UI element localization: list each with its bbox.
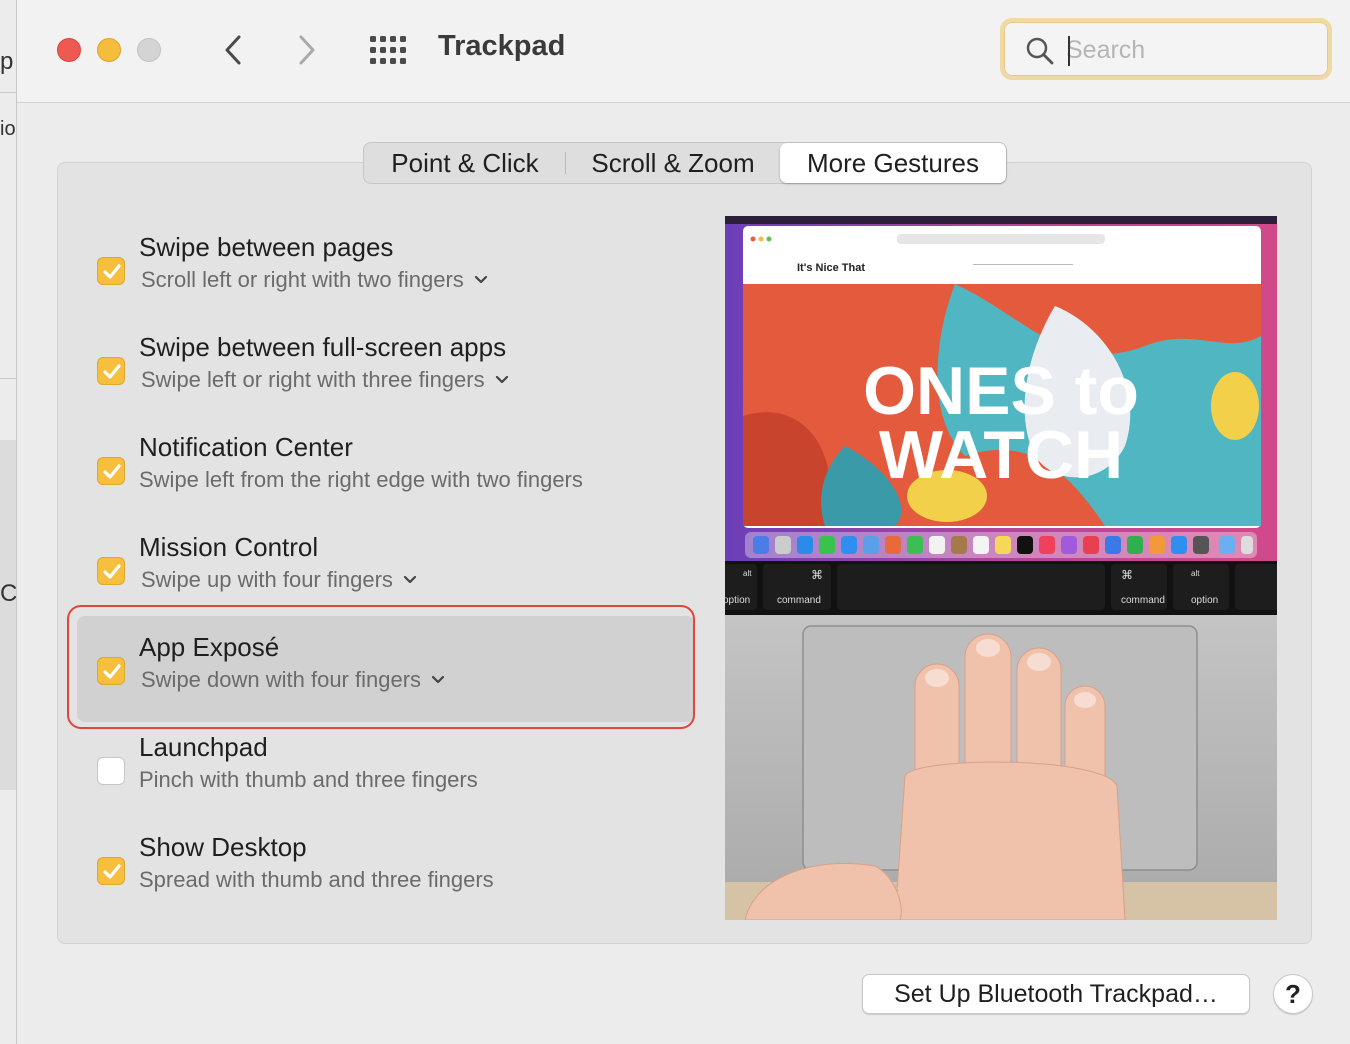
gesture-detail: Swipe left or right with three fingers (141, 367, 485, 392)
gesture-name: Swipe between full-screen apps (139, 332, 507, 362)
background-app-text: p (0, 48, 14, 75)
gesture-option-popup[interactable]: Swipe down with four fingers (141, 667, 445, 693)
gesture-detail: Spread with thumb and three fingers (139, 867, 494, 892)
gesture-name: Mission Control (139, 532, 319, 562)
gesture-row-show-desktop: Show Desktop Spread with thumb and three… (77, 832, 677, 922)
show-all-grid-icon[interactable] (369, 34, 407, 66)
window-title: Trackpad (438, 30, 566, 62)
gesture-row-swipe-between-full-screen-apps: Swipe between full-screen apps Swipe lef… (77, 332, 677, 422)
gesture-detail: Swipe up with four fingers (141, 567, 393, 592)
checkbox[interactable] (97, 257, 125, 285)
chevron-down-icon (474, 275, 487, 284)
divider (0, 92, 16, 93)
search-field[interactable] (1000, 18, 1332, 80)
key-command-symbol: ⌘ (811, 568, 823, 582)
search-input[interactable] (1066, 32, 1316, 68)
key-label-alt: alt (1191, 569, 1200, 578)
tab-point-and-click[interactable]: Point & Click (364, 143, 566, 183)
preview-illustration: It's Nice That ONES to WATCH alt option … (725, 216, 1277, 920)
text-cursor (1068, 36, 1070, 66)
background-app-text: C (0, 580, 18, 607)
checkbox[interactable] (97, 557, 125, 585)
checkbox[interactable] (97, 757, 125, 785)
gesture-row-swipe-between-pages: Swipe between pages Scroll left or right… (77, 232, 677, 322)
checkmark-icon (103, 564, 121, 579)
chevron-down-icon (495, 375, 508, 384)
key-label: option (725, 595, 750, 606)
checkbox[interactable] (97, 657, 125, 685)
chevron-down-icon (431, 675, 445, 684)
title-bar: Trackpad (17, 0, 1350, 103)
gesture-row-launchpad: Launchpad Pinch with thumb and three fin… (77, 732, 677, 822)
gesture-option-popup[interactable]: Swipe up with four fingers (141, 567, 417, 593)
zoom-window-button[interactable] (137, 38, 161, 62)
key-label: option (1191, 595, 1218, 606)
tab-bar: Point & Click Scroll & Zoom More Gesture… (363, 142, 1007, 184)
checkbox[interactable] (97, 357, 125, 385)
site-logo: It's Nice That (797, 262, 865, 274)
divider (0, 378, 16, 379)
gesture-name: Notification Center (139, 432, 353, 462)
gesture-row-app-expose: App Exposé Swipe down with four fingers (77, 632, 677, 722)
checkbox[interactable] (97, 857, 125, 885)
gesture-detail: Swipe down with four fingers (141, 667, 422, 692)
artwork-headline-line2: WATCH (879, 417, 1123, 493)
checkmark-icon (103, 364, 121, 379)
gesture-name: Show Desktop (139, 832, 307, 862)
key-label: command (1121, 595, 1165, 606)
chevron-right-icon (299, 35, 315, 65)
checkbox[interactable] (97, 457, 125, 485)
background-app-panel (0, 440, 16, 790)
gesture-option-popup[interactable]: Scroll left or right with two fingers (141, 267, 488, 293)
gesture-detail: Scroll left or right with two fingers (141, 267, 464, 292)
back-button[interactable] (213, 30, 253, 70)
gesture-row-mission-control: Mission Control Swipe up with four finge… (77, 532, 677, 622)
background-app-window: p io C (0, 0, 18, 1044)
gesture-name: Swipe between pages (139, 232, 394, 262)
dock-icons (753, 536, 1253, 554)
trackpad-preferences-window: Trackpad Point & Click Scroll & Zoom Mor… (16, 0, 1350, 1044)
gesture-detail: Swipe left from the right edge with two … (139, 467, 583, 492)
tab-scroll-and-zoom[interactable]: Scroll & Zoom (566, 143, 780, 183)
chevron-down-icon (403, 575, 417, 584)
tab-more-gestures[interactable]: More Gestures (780, 143, 1006, 183)
checkmark-icon (103, 664, 121, 679)
close-window-button[interactable] (57, 38, 81, 62)
help-button[interactable]: ? (1273, 974, 1313, 1014)
forward-button[interactable] (287, 30, 327, 70)
checkmark-icon (103, 864, 121, 879)
gesture-name: Launchpad (139, 732, 268, 762)
key-label-alt: alt (743, 569, 752, 578)
gesture-row-notification-center: Notification Center Swipe left from the … (77, 432, 677, 522)
minimize-window-button[interactable] (97, 38, 121, 62)
gesture-preview-video: It's Nice That ONES to WATCH alt option … (725, 216, 1277, 920)
search-icon (1026, 37, 1054, 65)
gesture-name: App Exposé (139, 632, 280, 662)
gesture-option-popup[interactable]: Swipe left or right with three fingers (141, 367, 509, 393)
checkmark-icon (103, 464, 121, 479)
key-command-symbol: ⌘ (1121, 568, 1133, 582)
set-up-bluetooth-trackpad-button[interactable]: Set Up Bluetooth Trackpad… (862, 974, 1250, 1014)
chevron-left-icon (225, 35, 241, 65)
checkmark-icon (103, 264, 121, 279)
key-label: command (777, 595, 821, 606)
background-app-text: io (0, 118, 16, 140)
gesture-detail: Pinch with thumb and three fingers (139, 767, 478, 792)
